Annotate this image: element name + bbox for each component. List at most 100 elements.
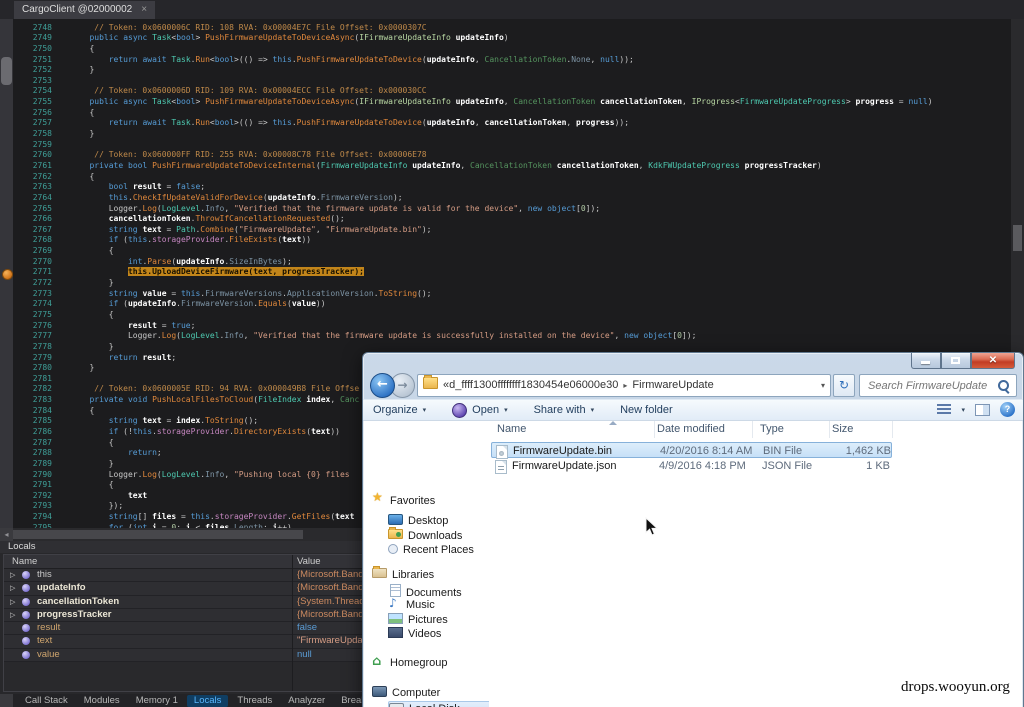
column-resize-handle[interactable] <box>654 421 655 438</box>
toolbar-new-folder-button[interactable]: New folder <box>620 404 673 416</box>
views-dropdown-icon[interactable]: ▾ <box>961 406 965 414</box>
explorer-window[interactable]: ✕ ← → «d_ffff1300ffffffff1830454e06000e3… <box>362 352 1024 707</box>
code-line: 2748 // Token: 0x0600006C RID: 108 RVA: … <box>0 23 1024 34</box>
line-number: 2776 <box>13 321 62 332</box>
debug-tab-memory-1[interactable]: Memory 1 <box>129 695 185 707</box>
monitor-icon <box>388 514 403 525</box>
variable-value[interactable]: null <box>297 649 312 661</box>
column-header-size[interactable]: Size <box>832 421 853 438</box>
maximize-button[interactable] <box>941 353 971 369</box>
sidebar-item-libraries[interactable]: Libraries <box>372 568 434 583</box>
variable-name[interactable]: progressTracker <box>37 609 111 621</box>
code-line: 2753 <box>0 76 1024 87</box>
line-number: 2772 <box>13 278 62 289</box>
document-tab[interactable]: CargoClient @02000002× <box>14 1 155 19</box>
variable-name[interactable]: this <box>37 569 52 581</box>
file-row-firmwareupdate.json[interactable]: FirmwareUpdate.json4/9/2016 4:18 PMJSON … <box>491 458 892 474</box>
screen: 27472748 // Token: 0x0600006C RID: 108 R… <box>0 0 1024 707</box>
sort-ascending-icon[interactable] <box>609 421 617 425</box>
line-number: 2781 <box>13 374 62 385</box>
sidebar-item-music[interactable]: Music <box>388 598 435 613</box>
panel-corner-button[interactable] <box>0 694 13 707</box>
debug-tab-call-stack[interactable]: Call Stack <box>18 695 75 707</box>
star-icon <box>372 494 385 505</box>
variable-name[interactable]: updateInfo <box>37 582 86 594</box>
search-input[interactable] <box>866 376 995 395</box>
line-number: 2774 <box>13 299 62 310</box>
sidebar-item-local-disk[interactable]: Local Disk <box>388 701 500 707</box>
sidebar-item-recent-places[interactable]: Recent Places <box>388 543 474 558</box>
locals-value-column-header[interactable]: Value <box>297 555 321 568</box>
toolbar-open-button[interactable]: Open▾ <box>452 403 507 418</box>
close-button[interactable]: ✕ <box>971 353 1015 369</box>
help-button[interactable]: ? <box>1000 402 1015 417</box>
expand-icon[interactable]: ▷ <box>10 609 15 621</box>
breadcrumb-folder[interactable]: FirmwareUpdate <box>632 379 713 391</box>
variable-name[interactable]: result <box>37 622 60 634</box>
toolbar-share-with-button[interactable]: Share with▾ <box>534 404 595 416</box>
breadcrumb-path[interactable]: d_ffff1300ffffffff1830454e06000e30 <box>449 379 618 391</box>
variable-name[interactable]: cancellationToken <box>37 596 119 608</box>
debug-tab-analyzer[interactable]: Analyzer <box>281 695 332 707</box>
variable-value[interactable]: false <box>297 622 317 634</box>
column-resize-handle[interactable] <box>752 421 753 438</box>
column-header-name[interactable]: Name <box>497 421 526 438</box>
sidebar-item-label: Favorites <box>390 495 435 507</box>
column-header-type[interactable]: Type <box>760 421 784 438</box>
file-row-firmwareupdate.bin[interactable]: FirmwareUpdate.bin4/20/2016 8:14 AMBIN F… <box>491 442 892 458</box>
sidebar-item-downloads[interactable]: Downloads <box>388 529 462 544</box>
drive-icon <box>389 703 404 707</box>
file-list[interactable]: Name Date modified Type Size FirmwareUpdate… <box>489 421 1022 707</box>
change-view-icon[interactable] <box>937 404 951 416</box>
editor-horizontal-scroll-thumb[interactable] <box>13 530 303 539</box>
line-number: 2779 <box>13 353 62 364</box>
expand-icon[interactable]: ▷ <box>10 582 15 594</box>
breakpoint-icon[interactable] <box>2 269 13 280</box>
line-number: 2762 <box>13 172 62 183</box>
line-number: 2757 <box>13 118 62 129</box>
locals-column-divider[interactable] <box>292 555 293 691</box>
line-number: 2748 <box>13 23 62 34</box>
variable-name[interactable]: text <box>37 635 52 647</box>
column-resize-handle[interactable] <box>892 421 893 438</box>
sidebar-item-videos[interactable]: Videos <box>388 627 441 642</box>
sidebar-item-desktop[interactable]: Desktop <box>388 514 448 529</box>
tab-close-icon[interactable]: × <box>141 4 147 15</box>
explorer-toolbar: Organize▾ Open▾ Share with▾ New folder <box>363 399 1023 421</box>
sidebar-item-computer[interactable]: Computer <box>372 686 440 701</box>
line-number: 2770 <box>13 257 62 268</box>
gutter-scroll-thumb[interactable] <box>1 57 12 85</box>
code-line: 2751 return await Task.Run<bool>(() => t… <box>0 55 1024 66</box>
breadcrumb[interactable]: «d_ffff1300ffffffff1830454e06000e30▸Firm… <box>417 374 831 397</box>
debug-tab-threads[interactable]: Threads <box>230 695 279 707</box>
refresh-button[interactable]: ↻ <box>833 374 855 397</box>
refresh-icon: ↻ <box>839 378 849 392</box>
file-size: 1,462 KB <box>797 443 891 459</box>
scroll-left-arrow-icon[interactable]: ◂ <box>0 528 13 541</box>
variable-name[interactable]: value <box>37 649 60 661</box>
minimize-button[interactable] <box>911 353 941 369</box>
locals-name-column-header[interactable]: Name <box>12 555 37 568</box>
sidebar-item-documents[interactable]: Documents <box>388 584 462 599</box>
expand-icon[interactable]: ▷ <box>10 596 15 608</box>
column-header-date-modified[interactable]: Date modified <box>657 421 725 438</box>
sidebar-item-pictures[interactable]: Pictures <box>388 613 448 628</box>
expand-icon[interactable]: ▷ <box>10 569 15 581</box>
line-number: 2780 <box>13 363 62 374</box>
sidebar-item-homegroup[interactable]: Homegroup <box>372 656 447 671</box>
toolbar-organize-button[interactable]: Organize▾ <box>373 404 426 416</box>
preview-pane-icon[interactable] <box>975 404 990 416</box>
sidebar-item-favorites[interactable]: Favorites <box>372 494 435 509</box>
minimize-icon <box>921 361 930 364</box>
code-line: 2772 } <box>0 278 1024 289</box>
search-box[interactable] <box>859 374 1017 397</box>
sidebar-item-label: Music <box>406 599 435 611</box>
back-button[interactable]: ← <box>370 373 395 398</box>
column-resize-handle[interactable] <box>829 421 830 438</box>
debug-tab-locals[interactable]: Locals <box>187 695 228 707</box>
editor-vertical-scroll-thumb[interactable] <box>1013 225 1022 251</box>
address-dropdown-icon[interactable]: ▾ <box>821 375 825 396</box>
line-number: 2790 <box>13 470 62 481</box>
debug-tab-modules[interactable]: Modules <box>77 695 127 707</box>
code-line: 2758 } <box>0 129 1024 140</box>
